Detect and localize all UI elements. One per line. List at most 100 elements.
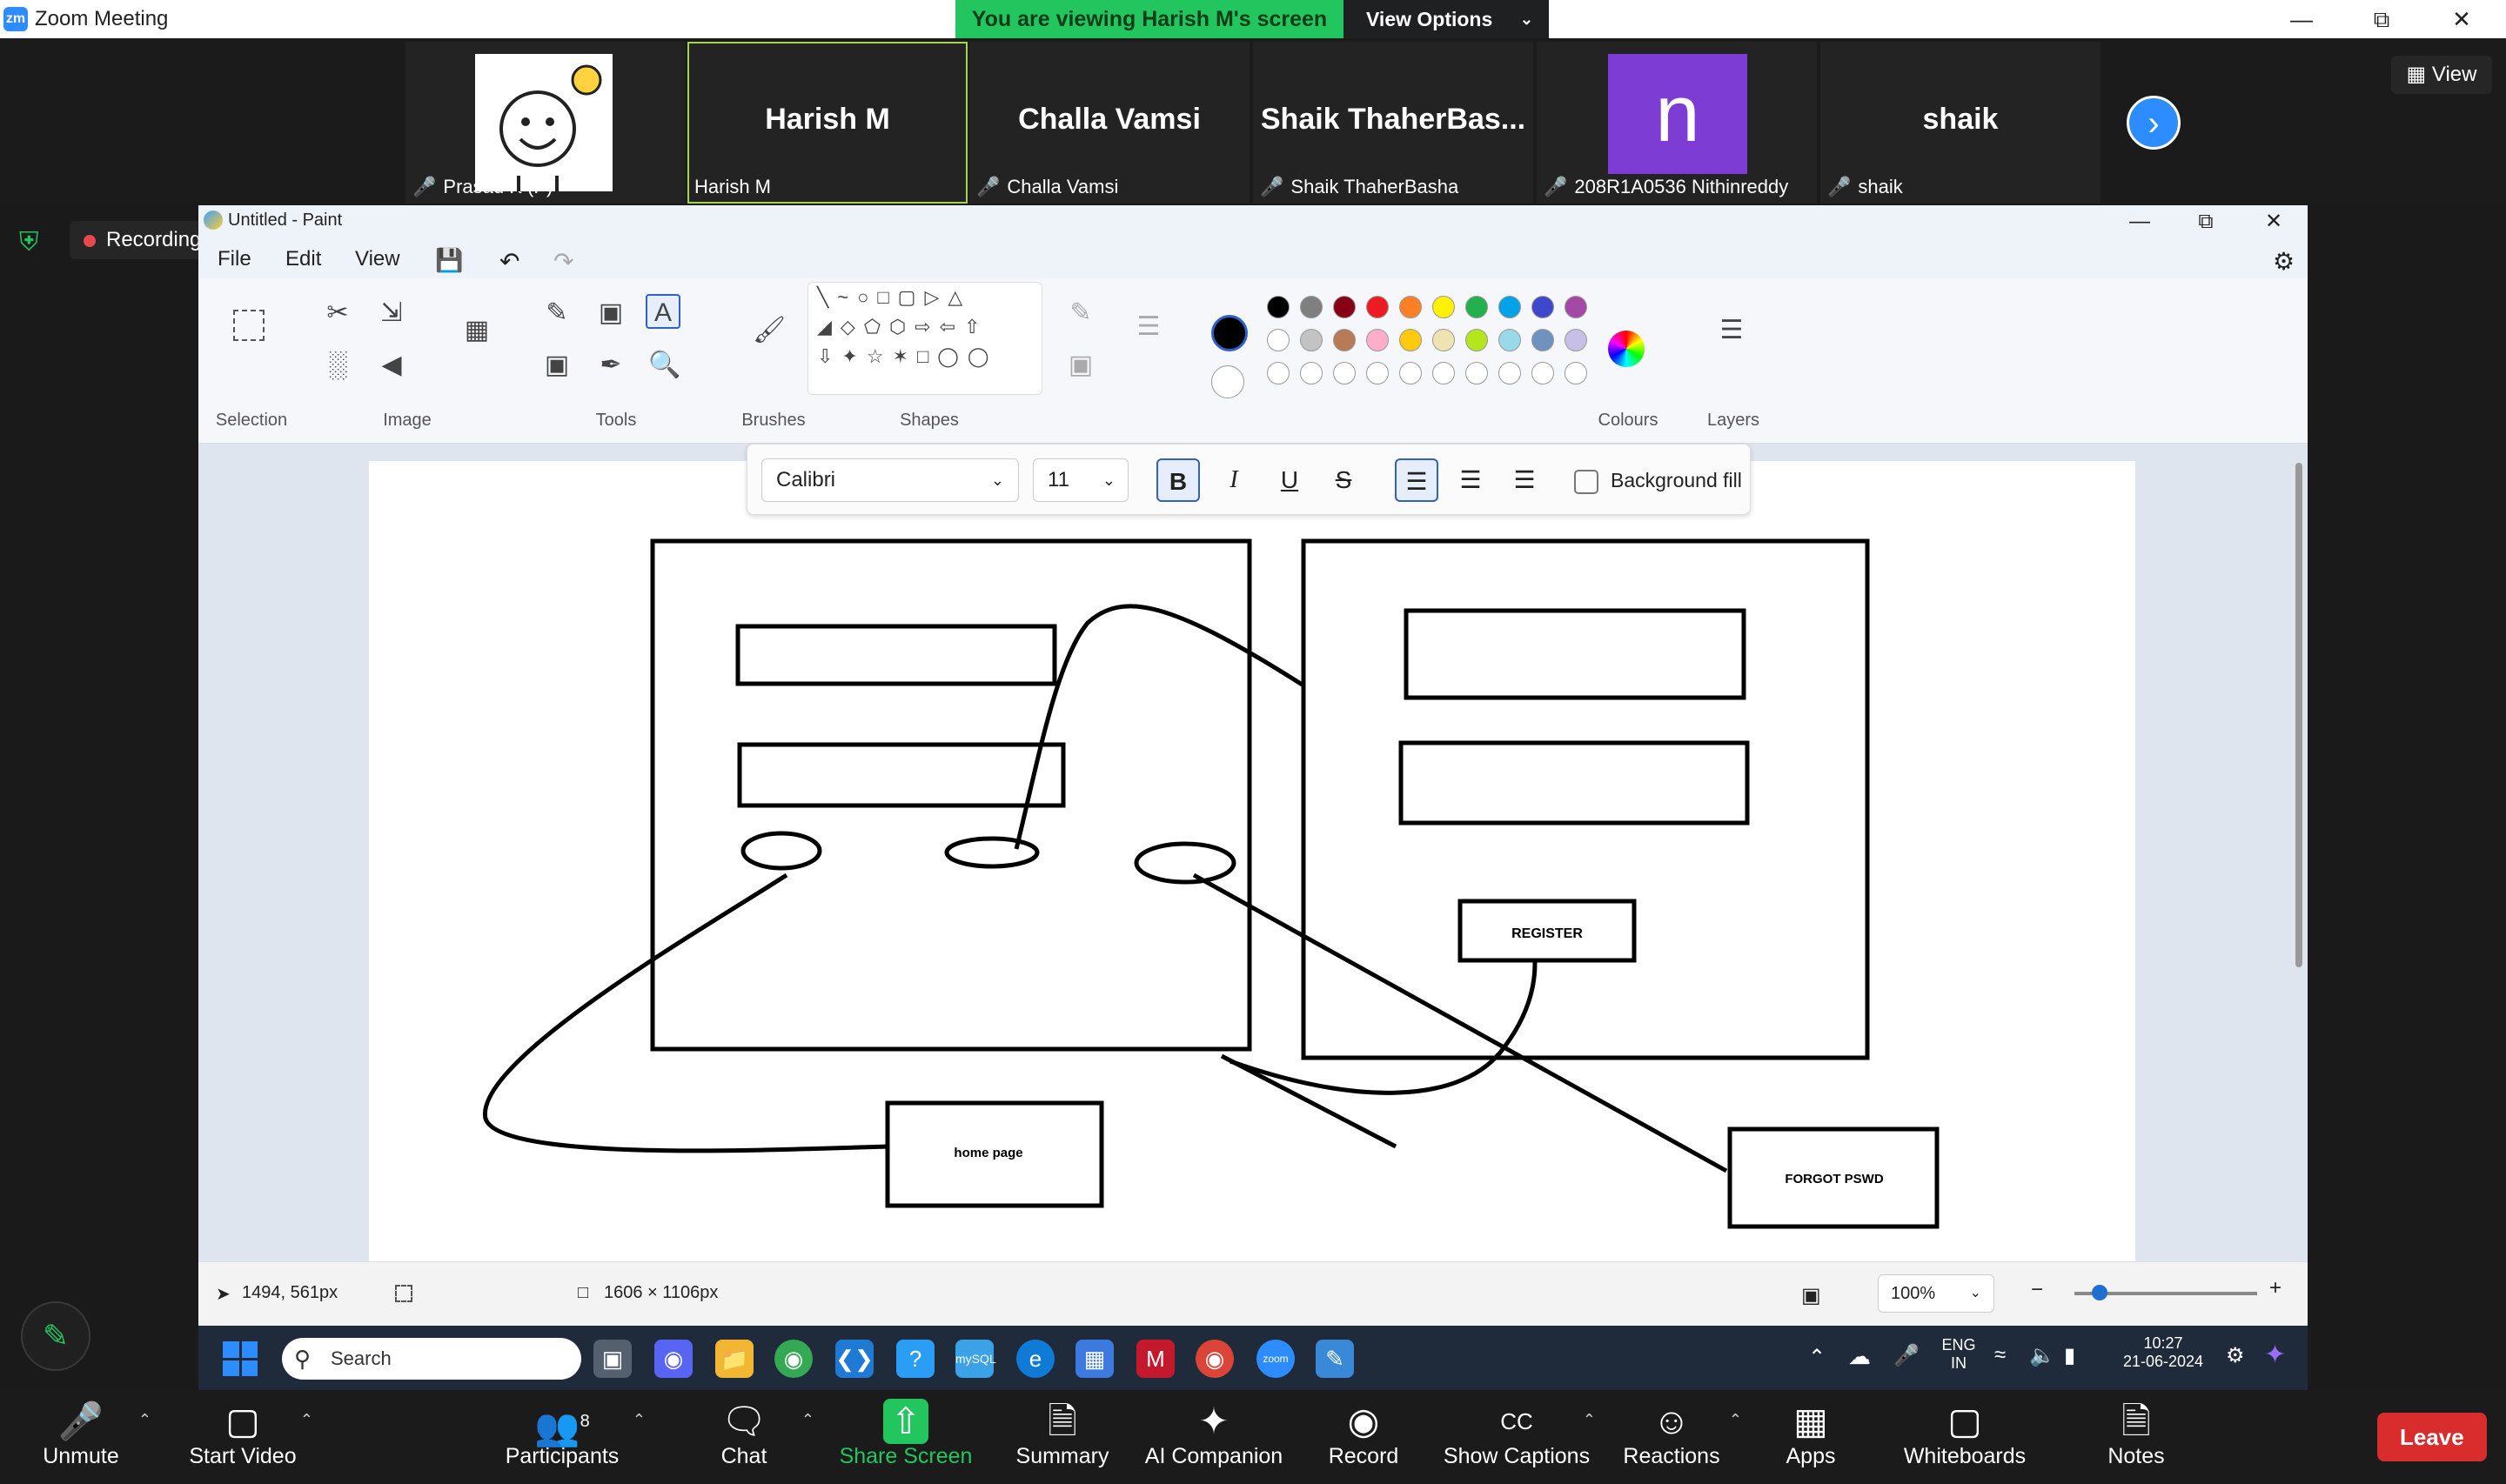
layers-icon[interactable]: ☰ (1714, 313, 1749, 348)
colour-swatch[interactable] (1333, 296, 1356, 318)
chrome-icon[interactable]: ◉ (774, 1340, 813, 1378)
recording-indicator[interactable]: Recording (70, 221, 207, 259)
zoom-in-icon[interactable]: + (2269, 1276, 2282, 1300)
vertical-scrollbar[interactable] (2294, 449, 2304, 1256)
crop-icon[interactable]: ✂ (320, 296, 355, 331)
windows-start-icon[interactable] (223, 1341, 258, 1376)
colour-swatch[interactable] (1366, 362, 1389, 384)
drawing-canvas[interactable]: REGISTER home page FORGOT PSWD (369, 461, 2135, 1261)
font-size-select[interactable]: 11 ⌄ (1033, 458, 1129, 502)
text-tool-icon[interactable]: A (646, 294, 680, 329)
align-center-icon[interactable]: ☰ (1449, 458, 1492, 502)
menu-edit[interactable]: Edit (285, 247, 321, 271)
whiteboards-button[interactable]: ▢ Whiteboards (1886, 1399, 2043, 1469)
zoom-app-icon[interactable]: zoom (1256, 1340, 1295, 1378)
colour-swatch[interactable] (1399, 296, 1422, 318)
fill-bucket-icon[interactable]: ▣ (593, 296, 628, 331)
ai-companion-button[interactable]: ✦ AI Companion (1131, 1399, 1297, 1469)
vscode-icon[interactable]: ❮❯ (835, 1340, 874, 1378)
pencil-icon[interactable]: ✎ (539, 296, 574, 331)
font-select[interactable]: Calibri ⌄ (761, 458, 1019, 502)
colour-swatch[interactable] (1399, 329, 1422, 351)
strikethrough-icon[interactable]: S (1322, 458, 1365, 502)
view-options-button[interactable]: View Options ⌄ (1343, 0, 1549, 38)
annotate-pencil-icon[interactable]: ✎ (21, 1301, 90, 1371)
participant-tile[interactable]: Challa Vamsi 🎤 Challa Vamsi (969, 42, 1250, 204)
taskbar-search[interactable]: ⚲ Search (282, 1338, 581, 1380)
background-fill-checkbox[interactable]: Background fill (1574, 458, 1742, 502)
colour-swatch[interactable] (1565, 362, 1587, 384)
underline-icon[interactable]: U (1268, 458, 1311, 502)
colour-swatch[interactable] (1565, 329, 1587, 351)
next-page-arrow-icon[interactable]: › (2127, 96, 2181, 150)
minimize-icon[interactable]: — (2280, 2, 2323, 37)
eraser-icon[interactable]: ▣ (539, 348, 574, 383)
save-icon[interactable]: 💾 (435, 247, 463, 274)
volume-icon[interactable]: 🔈 (2029, 1343, 2055, 1368)
settings-gear-icon[interactable]: ⚙ (2273, 247, 2295, 276)
onedrive-icon[interactable]: ☁ (1848, 1343, 1871, 1370)
show-hidden-icons[interactable]: ⌃ (1808, 1345, 1826, 1370)
record-button[interactable]: ◉ Record (1290, 1399, 1437, 1469)
share-screen-button[interactable]: ⇧ Share Screen (832, 1399, 980, 1469)
close-icon[interactable]: ✕ (2243, 205, 2304, 238)
colour-swatch[interactable] (1333, 329, 1356, 351)
italic-icon[interactable]: I (1212, 458, 1256, 502)
colour-swatch[interactable] (1267, 329, 1290, 351)
mcafee-icon[interactable]: M (1136, 1340, 1175, 1378)
colour-swatch[interactable] (1432, 296, 1455, 318)
magnifier-icon[interactable]: 🔍 (647, 348, 682, 383)
language-indicator[interactable]: ENG IN (1935, 1336, 1982, 1373)
align-left-icon[interactable]: ☰ (1395, 458, 1438, 502)
colour-swatch[interactable] (1465, 296, 1488, 318)
start-video-button[interactable]: ▢ Start Video ⌃ (169, 1399, 317, 1469)
primary-color[interactable] (1211, 315, 1248, 351)
zoom-out-icon[interactable]: − (2031, 1278, 2043, 1302)
colour-swatch[interactable] (1267, 296, 1290, 318)
colour-swatch[interactable] (1465, 362, 1488, 384)
colour-swatch[interactable] (1531, 329, 1554, 351)
size-icon[interactable]: ☰ (1131, 310, 1166, 344)
minimize-icon[interactable]: — (2109, 205, 2170, 238)
shapes-gallery[interactable]: ╲~○□▢▷△ ◢◇⬠⬡⇨⇦⇧ ⇩✦☆✶□◯◯ (807, 282, 1042, 395)
colour-swatch[interactable] (1498, 362, 1521, 384)
paint-taskbar-icon[interactable]: ✎ (1316, 1340, 1354, 1378)
align-right-icon[interactable]: ☰ (1503, 458, 1546, 502)
notes-button[interactable]: 🗎 Notes (2062, 1399, 2210, 1469)
remove-background-icon[interactable]: ░ (320, 348, 355, 383)
redo-icon[interactable]: ↷ (553, 247, 573, 276)
summary-button[interactable]: 🗎 Summary (988, 1399, 1136, 1469)
copilot-icon[interactable]: ✦ (2264, 1340, 2286, 1370)
fill-icon[interactable]: ▣ (1063, 348, 1098, 383)
colour-swatch[interactable] (1498, 329, 1521, 351)
rotate-icon[interactable]: ◀ (374, 348, 409, 383)
caret-up-icon[interactable]: ⌃ (300, 1411, 313, 1429)
colour-swatch[interactable] (1399, 362, 1422, 384)
fit-to-window-icon[interactable]: ▣ (1801, 1283, 1821, 1308)
colour-swatch[interactable] (1565, 296, 1587, 318)
bold-icon[interactable]: B (1156, 458, 1200, 502)
outline-icon[interactable]: ✎ (1063, 296, 1098, 331)
caret-up-icon[interactable]: ⌃ (138, 1411, 151, 1429)
selection-icon[interactable] (233, 310, 265, 341)
colour-swatch[interactable] (1531, 362, 1554, 384)
participant-tile[interactable]: Shaik ThaherBas... 🎤 Shaik ThaherBasha (1253, 42, 1533, 204)
unmute-button[interactable]: 🎤 Unmute ⌃ (7, 1399, 155, 1469)
restore-icon[interactable]: ⧉ (2360, 2, 2403, 37)
colour-swatch[interactable] (1333, 362, 1356, 384)
zoom-slider-handle[interactable] (2092, 1285, 2107, 1300)
help-icon[interactable]: ? (896, 1340, 935, 1378)
file-explorer-icon[interactable]: 📁 (715, 1340, 754, 1378)
colour-swatch[interactable] (1300, 296, 1323, 318)
colour-swatch[interactable] (1432, 362, 1455, 384)
zoom-select[interactable]: 100% ⌄ (1878, 1274, 1994, 1313)
microphone-icon[interactable]: 🎤 (1893, 1343, 1920, 1368)
task-view-icon[interactable]: ▣ (593, 1340, 632, 1378)
colour-swatch[interactable] (1300, 329, 1323, 351)
apps-button[interactable]: ▦ Apps (1737, 1399, 1885, 1469)
caret-up-icon[interactable]: ⌃ (633, 1411, 646, 1429)
close-icon[interactable]: ✕ (2440, 2, 2483, 37)
caret-up-icon[interactable]: ⌃ (801, 1411, 814, 1429)
teams-icon[interactable]: ◉ (654, 1340, 693, 1378)
colour-swatch[interactable] (1432, 329, 1455, 351)
